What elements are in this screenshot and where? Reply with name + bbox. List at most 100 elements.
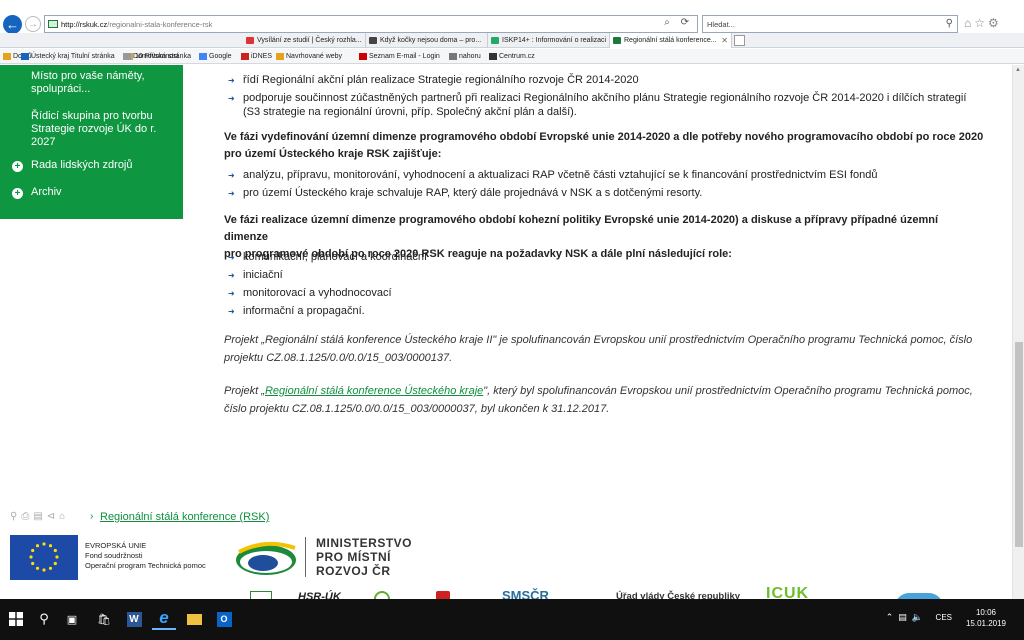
project-note-line: projektu CZ.08.1.125/0.0/0.0/15_003/0000…: [224, 352, 453, 364]
eu-logo: EVROPSKÁ UNIE Fond soudržnosti Operační …: [10, 535, 215, 580]
partner-logo-smscr[interactable]: SMSČR: [502, 588, 549, 599]
task-view-icon: ▣: [66, 613, 78, 626]
list-item: ➜ komunikační, plánovací a koordinační: [224, 250, 427, 265]
back-button[interactable]: ←: [3, 15, 22, 34]
arrow-bullet-icon: ➜: [228, 76, 235, 85]
tab-label: Regionální stálá konference...: [624, 37, 717, 44]
close-tab-icon[interactable]: ✕: [721, 33, 728, 48]
sidebar-item-ridici-skupina[interactable]: Řídicí skupina pro tvorbu Strategie rozv…: [31, 110, 156, 149]
refresh-icon[interactable]: ⌕ ⟳: [664, 17, 693, 28]
settings-gear-icon[interactable]: ⚙: [988, 16, 1002, 30]
tab-favicon-icon: [246, 37, 254, 44]
list-item: ➜ iniciační: [224, 268, 283, 283]
partner-logos: HSR-ÚK SMSČR Úřad vlády České republiky …: [240, 585, 1010, 599]
breadcrumb-link[interactable]: Regionální stálá konference (RSK): [100, 511, 269, 523]
start-button[interactable]: [4, 608, 28, 630]
internet-explorer-icon: e: [159, 608, 169, 627]
tab-label: Vysílání ze studií | Český rozhla...: [257, 37, 362, 44]
pdf-icon[interactable]: ▤: [33, 511, 46, 522]
favorite-label: Navrhované weby: [286, 53, 343, 60]
partner-logo-crest[interactable]: [436, 591, 450, 599]
search-placeholder: Hledat...: [707, 19, 735, 29]
partner-logo-icuk[interactable]: ICUK: [766, 585, 809, 599]
partner-logo-hsr[interactable]: HSR-ÚK: [298, 591, 341, 599]
tab-rsk-active[interactable]: Regionální stálá konference... ✕: [610, 33, 732, 48]
note-text: Projekt „: [224, 385, 265, 397]
forward-button[interactable]: →: [25, 16, 41, 32]
tray-icons: ⌃▤🔈: [886, 612, 928, 623]
tab-label: ISKP14+ : Informování o realizaci: [502, 37, 607, 44]
network-icon[interactable]: ▤: [898, 612, 912, 622]
tab-cesky-rozhlas[interactable]: Vysílání ze studií | Český rozhla...: [243, 33, 366, 48]
print-icon[interactable]: ⎙: [21, 511, 33, 522]
favorite-nahoru[interactable]: nahoru: [448, 49, 481, 64]
favorite-ustecky-kraj[interactable]: Ústecký kraj Titulní stránka: [20, 49, 115, 64]
input-language[interactable]: CES: [936, 613, 952, 622]
outlook-icon: O: [216, 611, 232, 627]
favorite-centrum[interactable]: Centrum.cz: [488, 49, 535, 64]
sidebar-item-rada-lidskych-zdroju[interactable]: + Rada lidských zdrojů: [12, 159, 133, 172]
favorite-seznam[interactable]: Seznam E-mail - Login: [358, 49, 440, 64]
internet-explorer-button[interactable]: e: [152, 608, 176, 630]
project-note-2: Projekt „Regionální stálá konference Úst…: [224, 382, 973, 418]
scroll-up-icon[interactable]: ▲: [1015, 67, 1021, 73]
tab-iskp[interactable]: ISKP14+ : Informování o realizaci: [488, 33, 610, 48]
partner-logo-circle[interactable]: [374, 591, 390, 599]
search-icon[interactable]: ⚲: [946, 18, 953, 29]
list-item-continuation: (S3 strategie na regionální úrovni, příp…: [224, 105, 577, 120]
arrow-bullet-icon: ➜: [228, 94, 235, 103]
list-item-text: monitorovací a vyhodnocovací: [243, 287, 392, 299]
heading-line: Ve fázi realizace územní dimenze program…: [224, 214, 939, 243]
partner-logo-urad-vlady[interactable]: Úřad vlády České republiky: [616, 591, 740, 599]
favorites-star-icon[interactable]: ☆: [974, 16, 988, 30]
favorite-google[interactable]: Google: [198, 49, 232, 64]
list-item: ➜ analýzu, přípravu, monitorování, vyhodn…: [224, 168, 877, 183]
list-item: ➜ pro území Ústeckého kraje schvaluje RAP…: [224, 186, 702, 201]
chevron-right-icon: ›: [90, 511, 94, 522]
partner-logo-box[interactable]: [250, 591, 272, 599]
crest-icon: [21, 53, 29, 60]
address-input[interactable]: http://rskuk.cz/regionalni-stala-konfere…: [44, 15, 698, 33]
search-icon: ⚲: [39, 611, 49, 626]
vertical-scrollbar[interactable]: ▲: [1012, 65, 1024, 599]
home-icon[interactable]: ⌂: [964, 16, 974, 30]
share-icon[interactable]: ⊲: [47, 511, 59, 522]
favorite-navrhovane[interactable]: Navrhované weby: [275, 49, 342, 64]
favorite-domovska[interactable]: Domovská stránka: [122, 49, 191, 64]
clock[interactable]: 10:06 15.01.2019: [966, 607, 1006, 629]
clock-date: 15.01.2019: [965, 619, 1006, 628]
scrollbar-thumb[interactable]: [1015, 342, 1023, 547]
outlook-button[interactable]: O: [212, 608, 236, 630]
note-text: ", který byl spolufinancován Evropskou u…: [483, 385, 973, 397]
list-item: ➜ informační a propagační.: [224, 304, 365, 319]
taskbar-search-button[interactable]: ⚲: [32, 608, 56, 630]
chevron-up-icon[interactable]: ⌃: [886, 612, 899, 622]
list-item-text: podporuje součinnost zúčastněných partne…: [243, 92, 967, 104]
tab-kocky[interactable]: Když kočky nejsou doma – pro...: [366, 33, 488, 48]
project-link[interactable]: Regionální stálá konference Ústeckého kr…: [265, 385, 483, 397]
favorite-label: Ústecký kraj Titulní stránka: [31, 53, 115, 60]
word-button[interactable]: W: [122, 608, 146, 630]
favorite-idnes[interactable]: iDNES: [240, 49, 272, 64]
project-note-line: číslo projektu CZ.08.1.125/0.0/0.0/15_00…: [224, 403, 610, 415]
search-input[interactable]: Hledat... ⚲: [702, 15, 958, 33]
folder-icon: [186, 613, 202, 625]
zoom-icon[interactable]: ⚲: [10, 511, 21, 522]
eu-line: EVROPSKÁ UNIE: [85, 541, 147, 550]
task-view-button[interactable]: ▣: [60, 608, 84, 630]
new-tab-button[interactable]: [734, 35, 745, 46]
list-item-text: analýzu, přípravu, monitorování, vyhodno…: [243, 169, 878, 181]
store-button[interactable]: 🛍: [92, 608, 116, 630]
file-explorer-button[interactable]: [182, 608, 206, 630]
clock-time: 10:06: [975, 608, 996, 617]
home-icon[interactable]: ⌂: [59, 511, 69, 522]
volume-icon[interactable]: 🔈: [912, 612, 928, 622]
heading-line: pro území Ústeckého kraje RSK zajišťuje:: [224, 148, 442, 160]
favorite-label: Domovská stránka: [133, 53, 191, 60]
sidebar-item-namety[interactable]: Místo pro vaše náměty, spolupráci...: [31, 70, 145, 96]
list-item-text: informační a propagační.: [243, 305, 365, 317]
sidebar-item-label: Rada lidských zdrojů: [31, 159, 133, 171]
project-note-line: Projekt „Regionální stálá konference Úst…: [224, 382, 973, 400]
arrow-bullet-icon: ➜: [228, 289, 235, 298]
sidebar-item-archiv[interactable]: + Archiv: [12, 186, 62, 199]
